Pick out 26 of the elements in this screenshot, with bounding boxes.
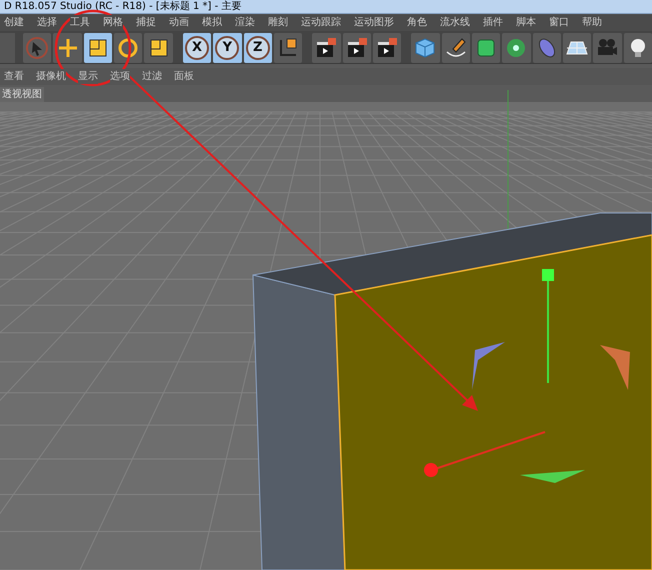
select-tool-button[interactable]: [23, 33, 52, 63]
rotate-icon: [116, 36, 140, 60]
cube-icon: [413, 36, 438, 60]
render-tool-button[interactable]: [312, 33, 341, 63]
viewport-menu-item[interactable]: 显示: [78, 69, 98, 84]
floor-tool-button[interactable]: [562, 33, 592, 63]
coords-tool-button[interactable]: [274, 33, 302, 63]
clapperboard-icon: [375, 36, 400, 60]
deformer-tool-button[interactable]: [532, 33, 561, 63]
viewport-title: 透视视图: [0, 87, 44, 102]
scale-tool-button[interactable]: [84, 33, 112, 63]
menu-item[interactable]: 工具: [70, 14, 90, 30]
clapperboard-icon: [314, 36, 338, 60]
array-tool-button[interactable]: [502, 33, 531, 63]
subdiv-tool-button[interactable]: [472, 33, 500, 63]
move-tool-button[interactable]: [53, 33, 82, 63]
rotate-tool-button[interactable]: [114, 33, 142, 63]
render-tool-button[interactable]: [342, 33, 371, 63]
menu-item[interactable]: 网格: [103, 14, 123, 30]
pen-tool-button[interactable]: [442, 33, 470, 63]
recent-tool-button[interactable]: [144, 33, 173, 63]
menu-item[interactable]: 运动图形: [354, 14, 394, 30]
window-title: D R18.057 Studio (RC - R18) - [未标题 1 *] - 主要: [3, 0, 242, 14]
viewport-menu-item[interactable]: 选项: [110, 69, 130, 84]
render-tool-button[interactable]: [372, 33, 402, 63]
light-tool-button[interactable]: [624, 33, 652, 63]
